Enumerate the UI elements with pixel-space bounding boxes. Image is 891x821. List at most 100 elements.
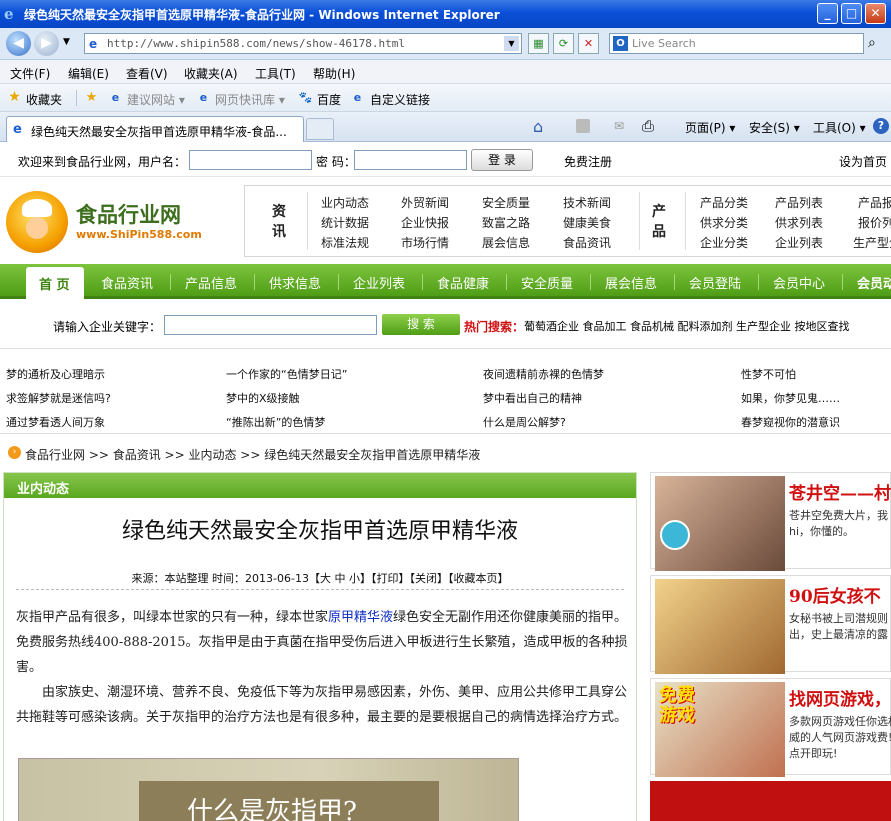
nav-link[interactable]: 外贸新闻 <box>401 194 449 211</box>
nav-link[interactable]: 供求分类 <box>700 214 748 231</box>
stop-icon[interactable]: ✕ <box>578 33 599 54</box>
nav-item[interactable]: 安全质量 <box>521 273 573 292</box>
menu-help[interactable]: 帮助(H) <box>313 65 355 82</box>
nav-link[interactable]: 展会信息 <box>482 234 530 251</box>
nav-link[interactable]: 标准法规 <box>321 234 369 251</box>
nav-link[interactable]: 致富之路 <box>482 214 530 231</box>
company-keyword-input[interactable] <box>164 315 377 335</box>
hot-search-terms[interactable]: 葡萄酒企业 食品加工 食品机械 配料添加剂 生产型企业 按地区查找 <box>524 318 849 334</box>
refresh-icon[interactable]: ⟳ <box>553 33 574 54</box>
nav-item[interactable]: 会员登陆 <box>689 273 741 292</box>
new-tab-button[interactable] <box>306 118 334 140</box>
close-button[interactable]: ✕ <box>865 3 886 24</box>
home-icon[interactable]: ⌂ <box>533 117 543 136</box>
ad-title[interactable]: 90后女孩不 <box>789 582 881 607</box>
custom-links[interactable]: 自定义链接 <box>370 91 430 108</box>
set-home-link[interactable]: 设为首页 <box>839 153 887 170</box>
ad-image[interactable] <box>655 579 785 674</box>
article-meta[interactable]: 来源：本站整理 时间：2013-06-13【大 中 小】【打印】【关闭】【收藏本… <box>4 570 636 586</box>
menu-file[interactable]: 文件(F) <box>10 65 50 82</box>
back-button[interactable]: ◀ <box>6 31 31 56</box>
password-field[interactable] <box>354 150 467 170</box>
nav-link[interactable]: 统计数据 <box>321 214 369 231</box>
nav-link[interactable]: 产品分类 <box>700 194 748 211</box>
ad-item[interactable]: 90后女孩不 女秘书被上司潜规则出，史上最清凉的露 <box>650 575 891 674</box>
address-input[interactable]: e http://www.shipin588.com/news/show-461… <box>84 33 522 54</box>
nav-item[interactable]: 供求信息 <box>269 273 321 292</box>
nav-link[interactable]: 安全质量 <box>482 194 530 211</box>
baidu-link[interactable]: 百度 <box>317 91 341 108</box>
nav-item[interactable]: 会员动 <box>857 273 891 292</box>
nav-item[interactable]: 产品信息 <box>185 273 237 292</box>
play-icon[interactable] <box>660 520 690 550</box>
favorites-button[interactable]: 收藏夹 <box>26 91 62 108</box>
mail-icon[interactable]: ✉ <box>614 119 624 133</box>
nav-link[interactable]: 市场行情 <box>401 234 449 251</box>
nav-link[interactable]: 供求列表 <box>775 214 823 231</box>
nav-link[interactable]: 技术新闻 <box>563 194 611 211</box>
nav-link[interactable]: 企业快报 <box>401 214 449 231</box>
nav-link[interactable]: 产品列表 <box>775 194 823 211</box>
nav-link[interactable]: 生产型企 <box>853 234 891 251</box>
hot-link[interactable]: 性梦不可怕 <box>741 366 796 382</box>
tab-current[interactable]: e 绿色纯天然最安全灰指甲首选原甲精华液-食品... <box>6 116 304 142</box>
nav-link[interactable]: 业内动态 <box>321 194 369 211</box>
page-menu[interactable]: 页面(P) ▾ <box>685 119 735 136</box>
safety-menu[interactable]: 安全(S) ▾ <box>749 119 800 136</box>
ad-item[interactable]: 免费 游戏 找网页游戏， 多款网页游戏任你选权威的人气网页游戏费!点开即玩! <box>650 678 891 777</box>
nav-item[interactable]: 企业列表 <box>353 273 405 292</box>
menu-view[interactable]: 查看(V) <box>126 65 168 82</box>
breadcrumb[interactable]: 食品行业网 >> 食品资讯 >> 业内动态 >> 绿色纯天然最安全灰指甲首选原甲… <box>25 446 480 463</box>
nav-link[interactable]: 报价列 <box>858 214 891 231</box>
ad-image[interactable] <box>655 476 785 571</box>
menu-tools[interactable]: 工具(T) <box>255 65 296 82</box>
nav-link[interactable]: 企业列表 <box>775 234 823 251</box>
hot-link[interactable]: 求签解梦就是迷信吗? <box>6 390 111 406</box>
product-link[interactable]: 原甲精华液 <box>328 610 393 625</box>
nav-home-tab[interactable]: 首 页 <box>26 267 84 299</box>
add-favorites-icon[interactable]: ★ <box>84 90 99 105</box>
hot-link[interactable]: 梦中看出自己的精神 <box>483 390 582 406</box>
nav-item[interactable]: 展会信息 <box>605 273 657 292</box>
hot-link[interactable]: 春梦窥视你的潜意识 <box>741 414 840 430</box>
forward-button[interactable]: ▶ <box>34 31 59 56</box>
logo-chef-icon[interactable] <box>6 191 68 253</box>
hot-link[interactable]: 通过梦看透人间万象 <box>6 414 105 430</box>
search-go-icon[interactable]: ⌕ <box>868 35 876 51</box>
nav-item[interactable]: 会员中心 <box>773 273 825 292</box>
nav-link[interactable]: 产品报 <box>858 194 891 211</box>
ad-title[interactable]: 苍井空——村 <box>789 479 891 504</box>
nav-link[interactable]: 食品资讯 <box>563 234 611 251</box>
url-dropdown-icon[interactable]: ▼ <box>504 36 519 51</box>
menu-edit[interactable]: 编辑(E) <box>68 65 109 82</box>
nav-item[interactable]: 食品资讯 <box>101 273 153 292</box>
login-button[interactable]: 登 录 <box>471 149 533 171</box>
hot-link[interactable]: 梦中的X级接触 <box>226 390 300 406</box>
username-field[interactable] <box>189 150 312 170</box>
minimize-button[interactable]: _ <box>817 3 838 24</box>
suggested-sites[interactable]: 建议网站 ▾ <box>127 91 185 108</box>
ad-image[interactable]: 免费 游戏 <box>655 682 785 777</box>
history-dropdown-icon[interactable]: ▼ <box>63 37 70 47</box>
nav-link[interactable]: 健康美食 <box>563 214 611 231</box>
hot-link[interactable]: “推陈出新”的色情梦 <box>226 414 325 430</box>
hot-link[interactable]: 什么是周公解梦? <box>483 414 566 430</box>
hot-link[interactable]: 梦的通析及心理暗示 <box>6 366 105 382</box>
tools-menu[interactable]: 工具(O) ▾ <box>813 119 866 136</box>
menu-favorites[interactable]: 收藏夹(A) <box>184 65 238 82</box>
help-icon[interactable]: ? <box>873 118 889 134</box>
ad-title[interactable]: 找网页游戏， <box>789 685 891 710</box>
nav-link[interactable]: 企业分类 <box>700 234 748 251</box>
maximize-button[interactable]: □ <box>841 3 862 24</box>
ad-item[interactable]: 苍井空——村 苍井空免费大片，我hi，你懂的。 <box>650 472 891 571</box>
web-slice-gallery[interactable]: 网页快讯库 ▾ <box>215 91 285 108</box>
nav-item[interactable]: 食品健康 <box>437 273 489 292</box>
ad-banner[interactable] <box>650 781 891 821</box>
hot-link[interactable]: 一个作家的“色情梦日记” <box>226 366 347 382</box>
feeds-icon[interactable] <box>576 119 590 133</box>
logo-name[interactable]: 食品行业网 <box>76 199 181 229</box>
register-link[interactable]: 免费注册 <box>564 153 612 170</box>
search-input[interactable]: O Live Search <box>609 33 864 54</box>
compatibility-icon[interactable]: ▦ <box>528 33 549 54</box>
company-search-button[interactable]: 搜 索 <box>382 314 460 335</box>
